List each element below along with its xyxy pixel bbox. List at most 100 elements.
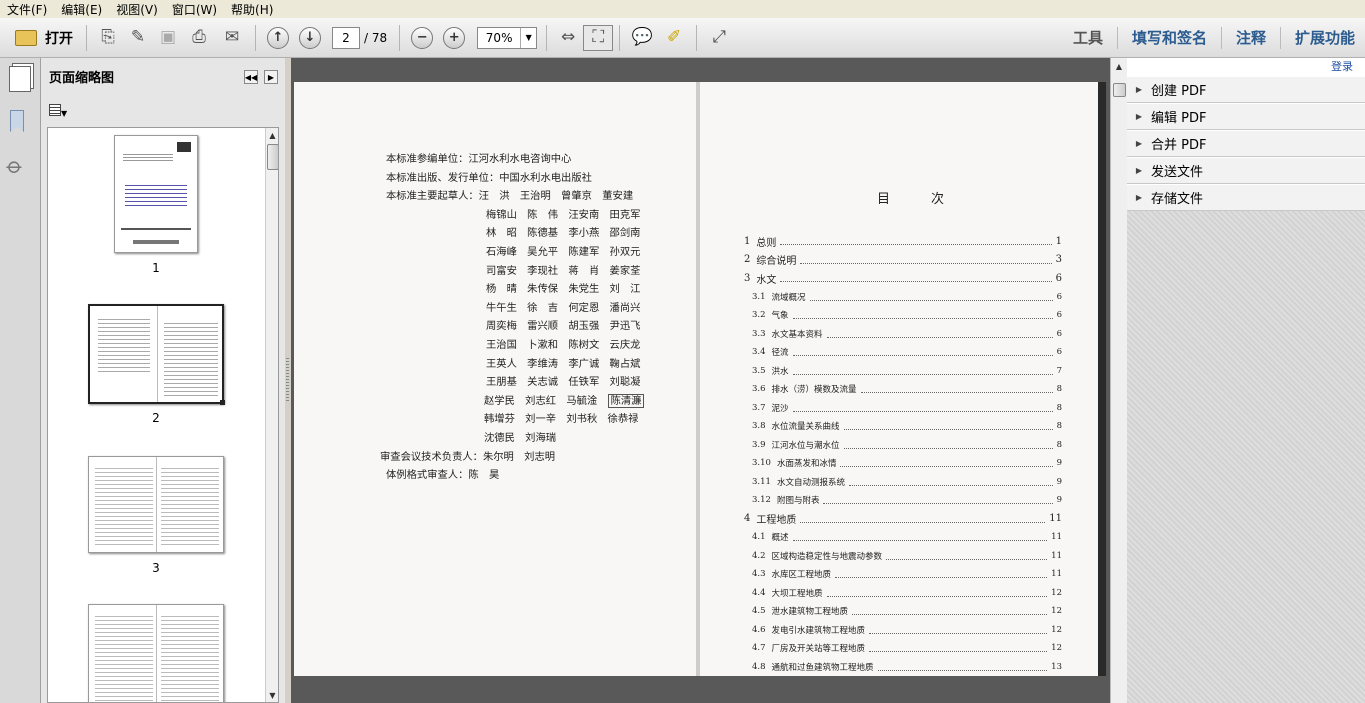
comment-button[interactable]: 💬 — [626, 23, 658, 53]
toc-entry-title: 水文自动测报系统 — [776, 477, 845, 488]
scroll-up-icon[interactable]: ▲ — [1111, 58, 1127, 74]
toc-entry-title: 通航和过鱼建筑物工程地质 — [771, 662, 874, 673]
toc-entry-title: 泄水建筑物工程地质 — [771, 607, 849, 618]
fit-page-button[interactable]: ⛶ — [583, 24, 614, 51]
credits-line: 王英人 李维涛 李广诚 鞠占斌 — [486, 357, 641, 370]
bookmark-icon[interactable] — [10, 110, 24, 132]
toc-entry-number: 3.3 — [752, 328, 766, 339]
toc-entry-page: 12 — [1051, 643, 1062, 654]
toc-leader-dots — [800, 256, 1052, 264]
create-pdf-item[interactable]: ▶ 创建 PDF — [1127, 76, 1365, 103]
thumbnail-page-4[interactable] — [88, 604, 224, 702]
toc-entry-title: 厂房及开关站等工程地质 — [771, 644, 866, 655]
toc-entry: 3.12 附图与附表 9 — [744, 491, 1062, 510]
menu-window[interactable]: 窗口(W) — [165, 1, 224, 18]
thumbnail-resize-handle[interactable] — [220, 400, 225, 405]
thumbnail-options-button[interactable]: ▼ — [49, 104, 67, 119]
toc-leader-dots — [869, 626, 1048, 634]
fill-sign-link[interactable]: 填写和签名 — [1118, 27, 1221, 48]
menu-help[interactable]: 帮助(H) — [224, 1, 280, 18]
highlight-button[interactable]: ✐ — [658, 23, 690, 53]
save-button[interactable]: ▣ — [153, 23, 183, 53]
edit-button[interactable]: ✎ — [123, 23, 153, 53]
toc-entry-title: 大坝工程地质 — [771, 588, 823, 599]
page-thumbnails-icon[interactable] — [9, 66, 31, 92]
credits-line: 梅锦山 陈 伟 汪安南 田克军 — [486, 208, 641, 221]
zoom-select[interactable]: 70% ▼ — [477, 26, 538, 49]
fit-width-button[interactable]: ⇔ — [553, 23, 583, 53]
toc-entry-number: 3.4 — [752, 347, 766, 358]
triangle-right-icon: ▶ — [1135, 85, 1143, 94]
disk-icon: ▣ — [159, 27, 177, 47]
thumbnail-gutter — [157, 306, 158, 402]
credits-line: 本标准参编单位：江河水利水电咨询中心 — [386, 153, 572, 165]
toc-entry-title: 综合说明 — [756, 256, 797, 268]
toc-leader-dots — [792, 348, 1053, 357]
toc-entry-page: 9 — [1056, 495, 1062, 506]
document-viewer: 本标准参编单位：江河水利水电咨询中心 本标准出版、发行单位：中国水利水电出版社 … — [291, 58, 1110, 703]
next-panel-button[interactable]: ▶ — [264, 70, 278, 84]
fit-width-icon: ⇔ — [561, 27, 576, 47]
toc-entry-page: 12 — [1051, 587, 1062, 598]
page-number-input[interactable]: 2 — [332, 26, 360, 49]
extended-link[interactable]: 扩展功能 — [1281, 27, 1365, 48]
zoom-in-button[interactable]: + — [438, 23, 470, 53]
thumbnail-footer-line — [121, 228, 191, 230]
chevron-down-icon[interactable]: ▼ — [520, 27, 536, 48]
paperclip-icon[interactable]: ⌀ — [1, 153, 28, 180]
print-button[interactable]: ⎙ — [183, 23, 215, 53]
toc-entry: 4.8 通航和过鱼建筑物工程地质 13 — [744, 658, 1062, 677]
scrollbar-thumb[interactable] — [1113, 83, 1126, 97]
scroll-up-icon[interactable]: ▲ — [266, 128, 278, 142]
menu-edit[interactable]: 编辑(E) — [54, 1, 109, 18]
thumbnail-page-1[interactable] — [114, 135, 198, 253]
envelope-icon: ✉ — [224, 27, 240, 47]
toc-entry: 4 工程地质 11 — [744, 510, 1062, 529]
full-screen-button[interactable]: ⤢ — [703, 23, 735, 53]
toc-entry-number: 4 — [744, 513, 751, 525]
toc-leader-dots — [840, 459, 1053, 468]
page-gutter — [696, 82, 700, 676]
viewer-scrollbar[interactable]: ▲ — [1110, 58, 1127, 703]
toolbar-separator — [619, 24, 621, 51]
open-button[interactable]: 打开 — [8, 23, 80, 53]
create-button[interactable]: ⎘ — [93, 23, 123, 53]
thumbnail-page-3[interactable] — [88, 456, 224, 553]
toc-entry: 3.11 水文自动测报系统 9 — [744, 473, 1062, 492]
thumbnail-text-lines — [95, 465, 153, 547]
toc-leader-dots — [800, 515, 1046, 523]
toc-entry-number: 3.11 — [752, 476, 771, 487]
thumbnail-title-lines — [125, 182, 187, 206]
login-link[interactable]: 登录 — [1127, 58, 1365, 76]
scroll-down-icon[interactable]: ▼ — [266, 688, 278, 702]
thumbnail-page-2[interactable] — [88, 304, 225, 405]
toc-entry-number: 4.8 — [752, 661, 766, 672]
thumbnail-panel-title: 页面缩略图 — [49, 70, 115, 86]
toc-entry-number: 3.2 — [752, 310, 766, 321]
toc-leader-dots — [848, 478, 1053, 486]
toc-entry-number: 3.8 — [752, 421, 766, 432]
next-page-button[interactable]: ↓ — [294, 23, 326, 53]
toc-leader-dots — [826, 330, 1053, 338]
collapse-panel-button[interactable]: ◀◀ — [244, 70, 258, 84]
toc-leader-dots — [826, 589, 1048, 597]
zoom-out-button[interactable]: − — [406, 23, 438, 53]
toc-entry-number: 4.2 — [752, 550, 766, 561]
toc-leader-dots — [835, 570, 1048, 579]
menu-view[interactable]: 视图(V) — [109, 1, 165, 18]
store-file-item[interactable]: ▶ 存储文件 — [1127, 184, 1365, 211]
edit-pdf-item[interactable]: ▶ 编辑 PDF — [1127, 103, 1365, 130]
thumbnail-scrollbar[interactable]: ▲ ▼ — [265, 128, 278, 702]
send-file-item[interactable]: ▶ 发送文件 — [1127, 157, 1365, 184]
tools-link[interactable]: 工具 — [1059, 27, 1117, 48]
scrollbar-thumb[interactable] — [267, 144, 278, 170]
menu-file[interactable]: 文件(F) — [0, 1, 54, 18]
toc-entry-page: 3 — [1055, 254, 1062, 266]
thumbnail-text-lines — [95, 613, 153, 702]
email-button[interactable]: ✉ — [215, 23, 249, 53]
comment-link[interactable]: 注释 — [1222, 27, 1280, 48]
merge-pdf-item[interactable]: ▶ 合并 PDF — [1127, 130, 1365, 157]
previous-page-button[interactable]: ↑ — [262, 23, 294, 53]
toc-entry: 4.1 概述 11 — [744, 528, 1062, 547]
toc-entry: 4.3 水库区工程地质 11 — [744, 565, 1062, 584]
